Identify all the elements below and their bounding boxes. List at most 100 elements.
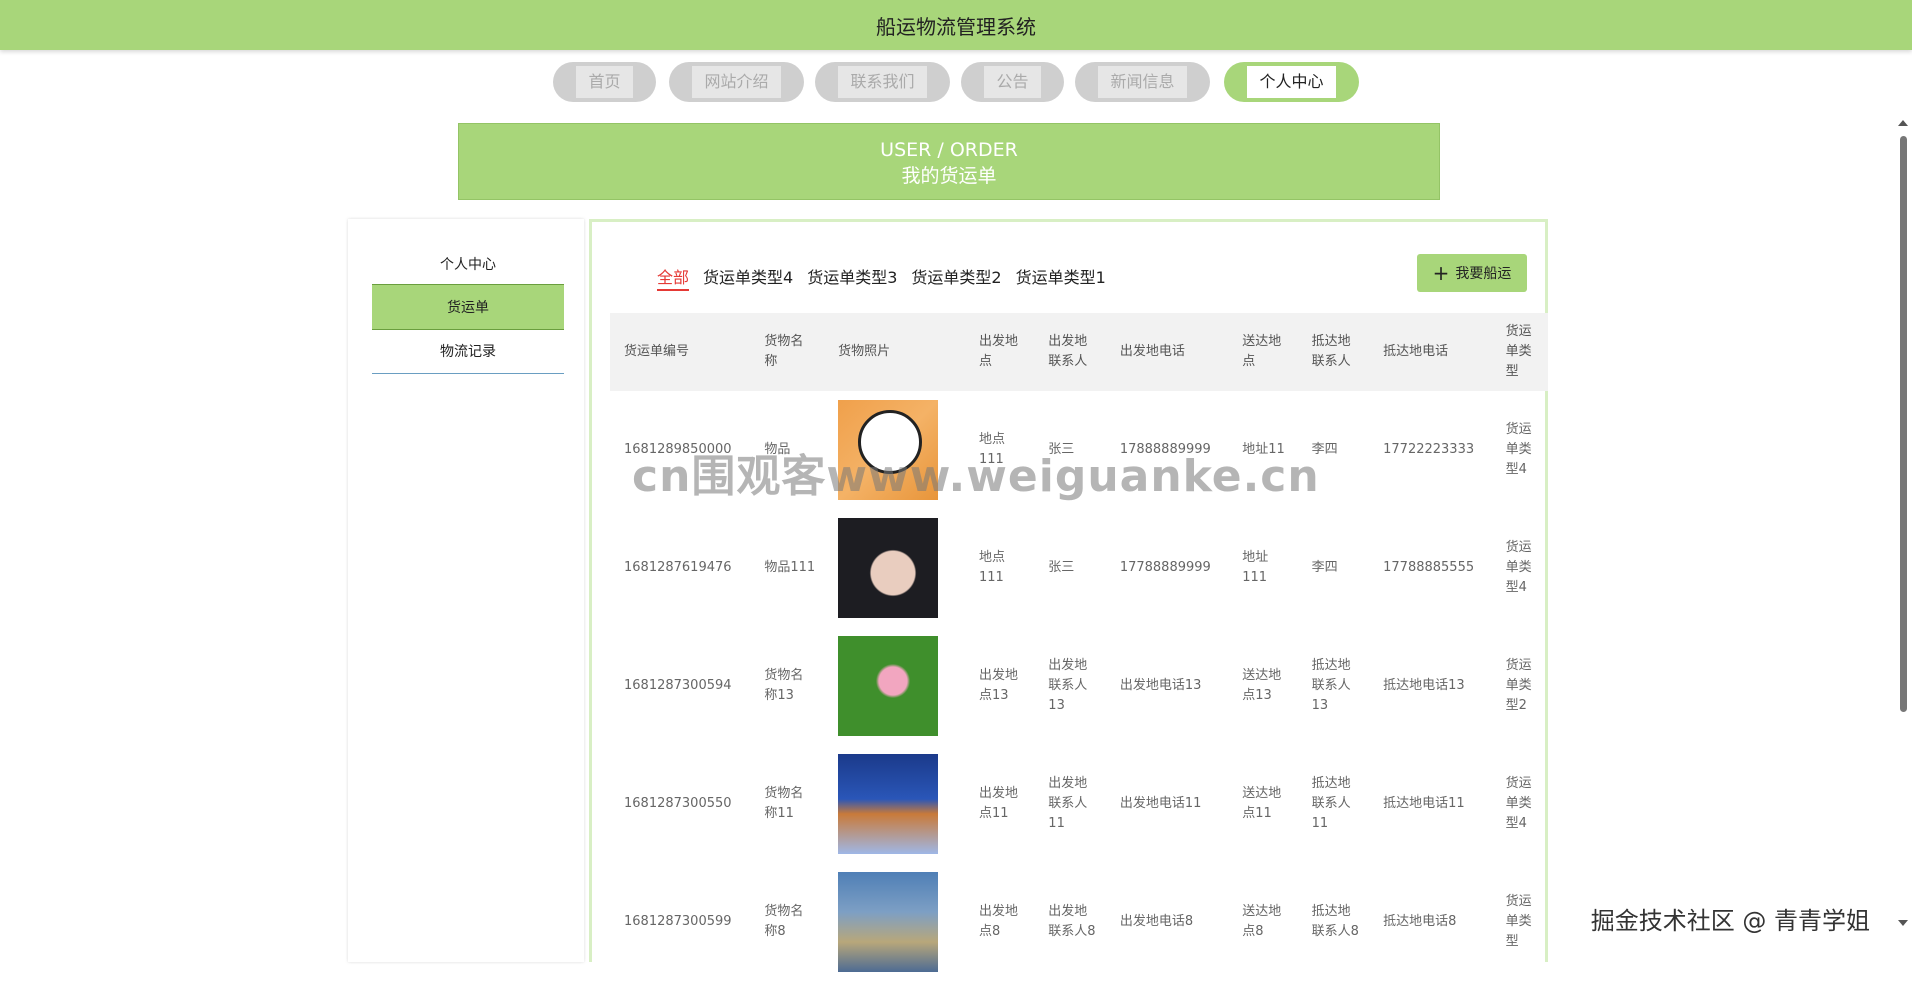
- goods-photo-image: [838, 636, 939, 736]
- nav-contact-label: 联系我们: [838, 66, 927, 98]
- main-nav: 首页 网站介绍 联系我们 公告 新闻信息 个人中心: [0, 62, 1912, 102]
- tab-type2[interactable]: 货运单类型2: [911, 264, 1001, 291]
- goods-photo-image: [838, 518, 939, 618]
- cell-order-type: 货运单类型: [1505, 894, 1532, 949]
- cell-to-place: 送达地点13: [1242, 668, 1282, 703]
- cell-order-type: 货运单类型4: [1505, 422, 1532, 477]
- tab-type4[interactable]: 货运单类型4: [703, 264, 793, 291]
- cell-from-phone: 出发地电话13: [1119, 678, 1202, 693]
- col-to-place: 送达地点: [1228, 313, 1298, 391]
- cell-goods-photo: [824, 627, 965, 745]
- cell-to-phone: 抵达地电话13: [1383, 678, 1465, 693]
- cell-to-place: 送达地点8: [1242, 904, 1282, 939]
- col-goods-photo: 货物照片: [824, 313, 965, 391]
- table-row[interactable]: 1681287300594 货物名称13 出发地点13 出发地联系人13 出发地…: [610, 627, 1548, 745]
- orders-table: 货运单编号 货物名称 货物照片 出发地点 出发地联系人 出发地电话 送达地点 抵…: [610, 313, 1548, 981]
- nav-user-center[interactable]: 个人中心: [1224, 62, 1359, 102]
- center-watermark: cn围观客www.weiguanke.cn: [632, 451, 1320, 502]
- top-header: 船运物流管理系统: [0, 0, 1912, 50]
- page-scrollbar[interactable]: [1894, 120, 1912, 962]
- col-from-phone: 出发地电话: [1105, 313, 1229, 391]
- cell-goods-photo: [824, 509, 965, 627]
- nav-notice[interactable]: 公告: [961, 62, 1064, 102]
- cell-from-contact: 出发地联系人13: [1048, 658, 1088, 713]
- tab-type3[interactable]: 货运单类型3: [807, 264, 897, 291]
- cell-to-phone: 17722223333: [1383, 442, 1475, 457]
- add-shipping-button[interactable]: + 我要船运: [1417, 254, 1527, 292]
- cell-from-place: 地点111: [978, 550, 1005, 585]
- cell-to-phone: 17788885555: [1383, 560, 1475, 575]
- col-order-id: 货运单编号: [610, 313, 751, 391]
- col-order-type: 货运单类型: [1491, 313, 1548, 391]
- sidebar-item-label: 物流记录: [440, 344, 496, 360]
- cell-to-phone: 抵达地电话11: [1383, 796, 1465, 811]
- cell-order-type: 货运单类型4: [1505, 540, 1532, 595]
- col-from-place: 出发地点: [964, 313, 1035, 391]
- nav-home[interactable]: 首页: [553, 62, 656, 102]
- cell-from-contact: 出发地联系人11: [1048, 776, 1088, 831]
- cell-from-contact: 张三: [1048, 560, 1075, 575]
- cell-to-contact: 抵达地联系人11: [1311, 776, 1351, 831]
- nav-contact[interactable]: 联系我们: [815, 62, 950, 102]
- tab-all[interactable]: 全部: [657, 264, 690, 291]
- goods-photo-image: [838, 872, 939, 972]
- app-title: 船运物流管理系统: [876, 14, 1036, 39]
- table-header-row: 货运单编号 货物名称 货物照片 出发地点 出发地联系人 出发地电话 送达地点 抵…: [610, 313, 1548, 391]
- col-goods-name: 货物名称: [750, 313, 825, 391]
- table-row[interactable]: 1681287619476 物品111 地点111 张三 17788889999…: [610, 509, 1548, 627]
- sidebar-item-label: 货运单: [447, 300, 489, 316]
- cell-goods-name: 货物名称11: [764, 786, 804, 821]
- nav-news-label: 新闻信息: [1098, 66, 1187, 98]
- nav-about[interactable]: 网站介绍: [669, 62, 804, 102]
- cell-goods-photo: [824, 863, 965, 981]
- nav-user-center-label: 个人中心: [1247, 66, 1336, 98]
- banner-english-title: USER / ORDER: [880, 139, 1018, 161]
- cell-from-phone: 17788889999: [1119, 560, 1211, 575]
- cell-to-contact: 李四: [1311, 560, 1338, 575]
- cell-from-phone: 出发地电话11: [1119, 796, 1202, 811]
- cell-order-type: 货运单类型4: [1505, 776, 1532, 831]
- banner-chinese-title: 我的货运单: [901, 165, 997, 187]
- orders-panel: 全部 货运单类型4 货运单类型3 货运单类型2 货运单类型1 + 我要船运 货运…: [589, 219, 1548, 972]
- cell-from-phone: 出发地电话8: [1119, 914, 1194, 929]
- cell-order-id: 1681287300599: [624, 914, 732, 929]
- col-to-contact: 抵达地联系人: [1297, 313, 1370, 391]
- cell-to-place: 地址111: [1242, 550, 1269, 585]
- plus-icon: +: [1432, 261, 1450, 285]
- type-tabs: 全部 货运单类型4 货运单类型3 货运单类型2 货运单类型1: [657, 264, 1106, 291]
- nav-about-label: 网站介绍: [692, 66, 781, 98]
- cell-to-phone: 抵达地电话8: [1383, 914, 1457, 929]
- cell-from-contact: 出发地联系人8: [1048, 904, 1096, 939]
- cell-from-place: 出发地点8: [978, 904, 1018, 939]
- cell-goods-photo: [824, 745, 965, 863]
- add-shipping-label: 我要船运: [1455, 266, 1512, 282]
- cell-from-place: 出发地点13: [978, 668, 1018, 703]
- tab-type1[interactable]: 货运单类型1: [1016, 264, 1106, 291]
- cell-to-contact: 抵达地联系人8: [1311, 904, 1359, 939]
- goods-photo-image: [838, 754, 939, 854]
- table-row[interactable]: 1681287300550 货物名称11 出发地点11 出发地联系人11 出发地…: [610, 745, 1548, 863]
- col-from-contact: 出发地联系人: [1034, 313, 1106, 391]
- table-row[interactable]: 1681287300599 货物名称8 出发地点8 出发地联系人8 出发地电话8…: [610, 863, 1548, 981]
- corner-watermark: 掘金技术社区 @ 青青学姐: [1590, 907, 1870, 935]
- scroll-down-arrow-icon[interactable]: [1898, 920, 1908, 926]
- sidebar-item-label: 个人中心: [440, 257, 496, 273]
- page-banner: USER / ORDER 我的货运单: [458, 123, 1440, 200]
- nav-home-label: 首页: [576, 66, 633, 98]
- cell-goods-name: 货物名称8: [764, 904, 804, 939]
- sidebar-item-orders[interactable]: 货运单: [372, 284, 564, 330]
- cell-order-id: 1681287300550: [624, 796, 732, 811]
- cell-order-id: 1681287300594: [624, 678, 732, 693]
- sidebar-item-user-center[interactable]: 个人中心: [372, 242, 564, 286]
- sidebar-item-logistics[interactable]: 物流记录: [372, 329, 564, 374]
- cell-order-type: 货运单类型2: [1505, 658, 1532, 713]
- cell-goods-name: 货物名称13: [764, 668, 804, 703]
- scrollbar-thumb[interactable]: [1900, 136, 1907, 712]
- col-to-phone: 抵达地电话: [1369, 313, 1492, 391]
- nav-notice-label: 公告: [984, 66, 1041, 98]
- sidebar: 个人中心 货运单 物流记录: [348, 219, 584, 962]
- cell-order-id: 1681287619476: [624, 560, 732, 575]
- nav-news[interactable]: 新闻信息: [1075, 62, 1210, 102]
- cell-to-place: 送达地点11: [1242, 786, 1282, 821]
- scroll-up-arrow-icon[interactable]: [1898, 120, 1908, 126]
